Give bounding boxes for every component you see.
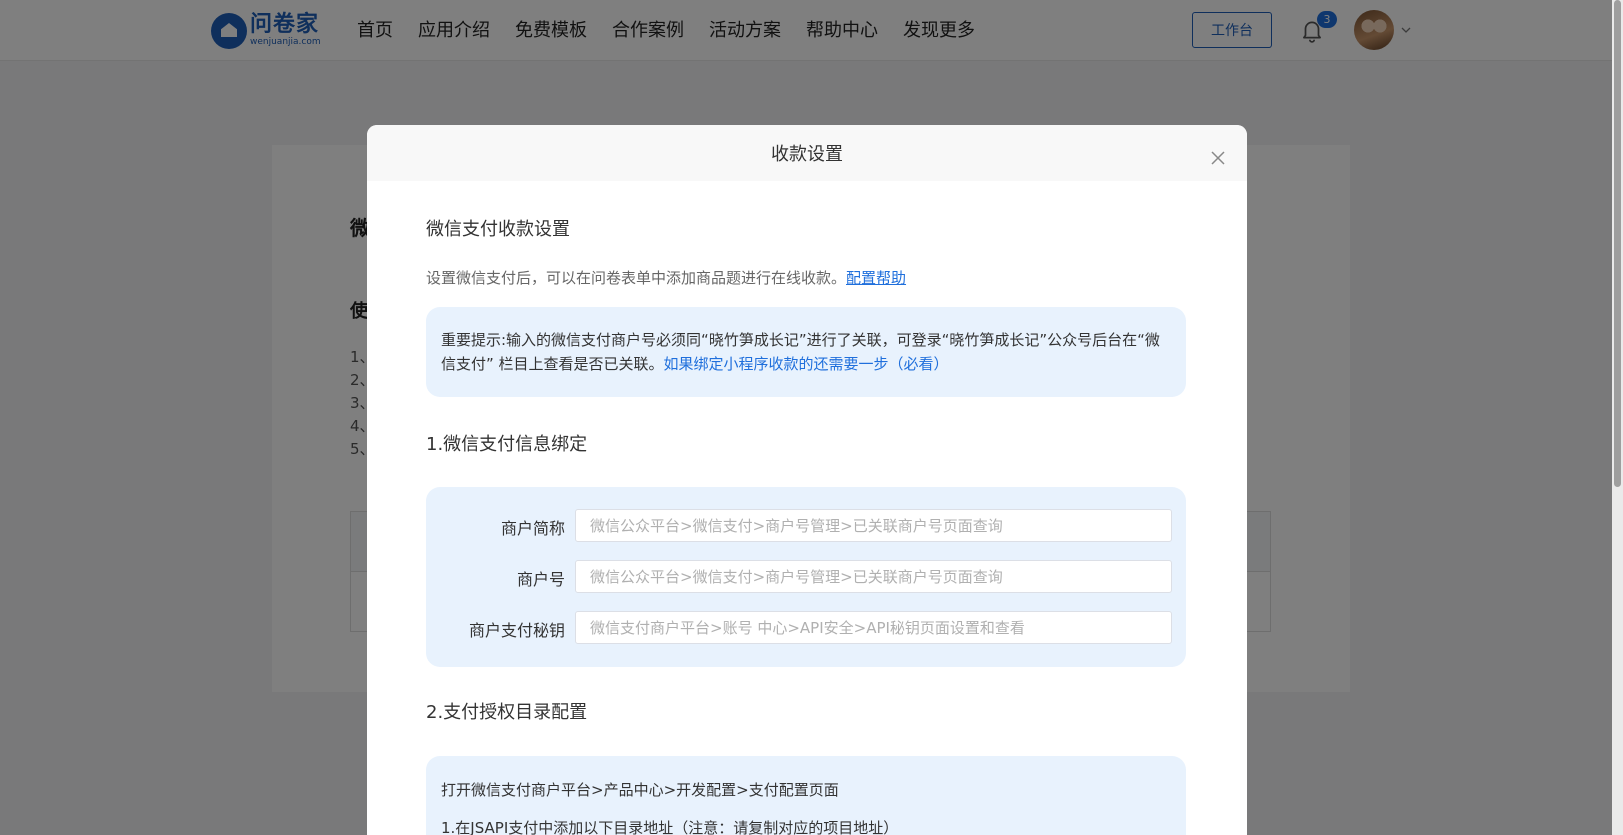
payment-settings-modal: 收款设置 微信支付收款设置 设置微信支付后，可以在问卷表单中添加商品题进行在线收… [367, 125, 1247, 835]
important-notice: 重要提示:输入的微信支付商户号必须同“晓竹笋成长记”进行了关联，可登录“晓竹笋成… [426, 307, 1186, 397]
description: 设置微信支付后，可以在问卷表单中添加商品题进行在线收款。配置帮助 [426, 267, 906, 288]
step2-instructions: 打开微信支付商户平台>产品中心>开发配置>支付配置页面 1.在JSAPI支付中添… [426, 756, 1186, 835]
merchant-id-row: 商户号 [426, 560, 1186, 593]
merchant-name-row: 商户简称 [426, 509, 1186, 542]
step1-title: 1.微信支付信息绑定 [426, 434, 588, 455]
merchant-name-input[interactable] [575, 509, 1172, 542]
step2-title: 2.支付授权目录配置 [426, 702, 588, 723]
step2-line2: 1.在JSAPI支付中添加以下目录地址（注意：请复制对应的项目地址） [441, 819, 899, 835]
merchant-id-input[interactable] [575, 560, 1172, 593]
merchant-key-row: 商户支付秘钥 [426, 611, 1186, 644]
mini-program-link[interactable]: 如果绑定小程序收款的还需要一步（必看） [664, 355, 949, 373]
merchant-key-label: 商户支付秘钥 [468, 621, 565, 640]
binding-form: 商户简称 商户号 商户支付秘钥 [426, 487, 1186, 667]
close-icon[interactable] [1209, 149, 1227, 167]
section-title: 微信支付收款设置 [426, 219, 570, 240]
page-scrollbar[interactable] [1612, 0, 1623, 835]
modal-header: 收款设置 [367, 125, 1247, 181]
merchant-key-input[interactable] [575, 611, 1172, 644]
config-help-link[interactable]: 配置帮助 [846, 269, 906, 287]
modal-title: 收款设置 [771, 144, 843, 165]
merchant-name-label: 商户简称 [500, 519, 565, 538]
description-text: 设置微信支付后，可以在问卷表单中添加商品题进行在线收款。 [426, 269, 847, 287]
step2-line1: 打开微信支付商户平台>产品中心>开发配置>支付配置页面 [441, 781, 839, 799]
scrollbar-thumb[interactable] [1614, 0, 1621, 487]
merchant-id-label: 商户号 [516, 570, 565, 589]
